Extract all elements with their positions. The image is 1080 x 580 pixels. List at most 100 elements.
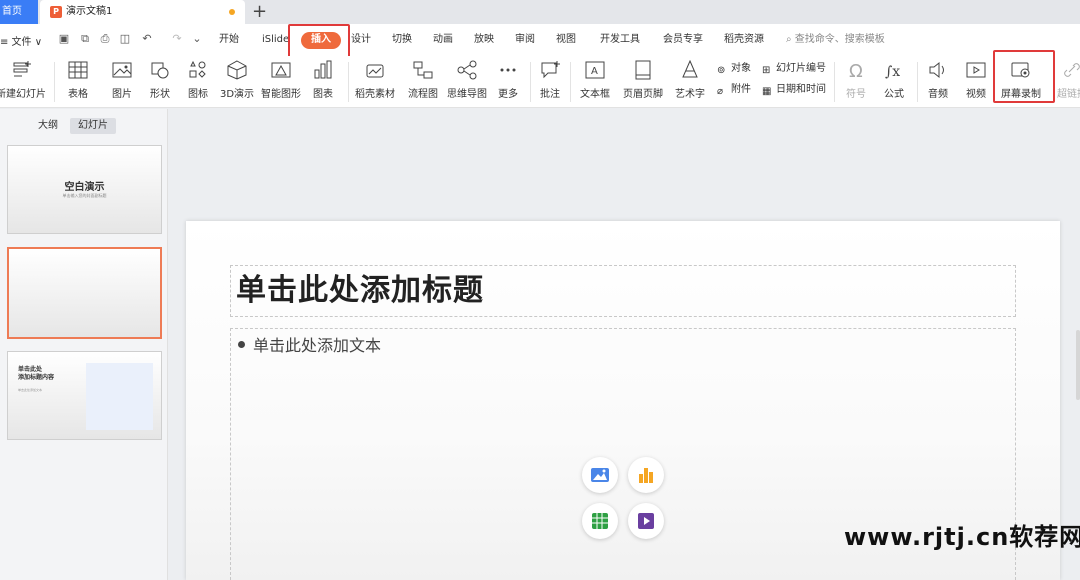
insert-video-icon xyxy=(638,513,654,529)
ribbon-divider xyxy=(54,62,55,102)
smart-graphic-label: 智能图形 xyxy=(261,89,301,100)
chart-button[interactable]: 图表 xyxy=(305,56,341,108)
tab-docer-resources[interactable]: 稻壳资源 xyxy=(724,24,764,56)
tab-home[interactable]: 开始 xyxy=(219,24,239,56)
shape-button[interactable]: 形状 xyxy=(142,56,178,108)
tab-view[interactable]: 视图 xyxy=(556,24,576,56)
more-button[interactable]: 更多 xyxy=(491,56,525,108)
docer-assets-label: 稻壳素材 xyxy=(355,89,395,100)
content-placeholder-text: 单击此处添加文本 xyxy=(253,336,382,355)
date-time-label: 日期和时间 xyxy=(776,84,826,95)
flowchart-button[interactable]: 流程图 xyxy=(403,56,443,108)
object-button[interactable]: ⊚ 对象 xyxy=(717,62,751,76)
document-tab[interactable]: P 演示文稿1 xyxy=(40,0,245,24)
link-icon xyxy=(1064,63,1080,77)
insert-table-button[interactable] xyxy=(582,503,618,539)
tab-animation[interactable]: 动画 xyxy=(433,24,453,56)
smart-graphic-button[interactable]: 智能图形 xyxy=(259,56,303,108)
wordart-button[interactable]: 艺术字 xyxy=(669,56,711,108)
tab-developer[interactable]: 开发工具 xyxy=(600,24,640,56)
symbol-button[interactable]: Ω 符号 xyxy=(838,56,874,108)
attachment-button[interactable]: ⌀ 附件 xyxy=(717,83,751,97)
docer-assets-button[interactable]: 稻壳素材 xyxy=(352,56,398,108)
flowchart-icon xyxy=(413,61,433,79)
symbol-label: 符号 xyxy=(846,89,866,100)
new-tab-button[interactable]: + xyxy=(252,0,267,24)
vertical-scrollbar[interactable] xyxy=(1076,330,1080,400)
slide-thumbnail-2[interactable] xyxy=(7,247,162,339)
comment-label: 批注 xyxy=(540,89,560,100)
print-icon[interactable]: ⎙ xyxy=(98,32,112,46)
slide-number-button[interactable]: ⊞ 幻灯片编号 xyxy=(762,62,826,76)
video-button[interactable]: 视频 xyxy=(958,56,994,108)
command-search-placeholder: 查找命令、搜索模板 xyxy=(794,34,885,45)
header-footer-button[interactable]: 页眉页脚 xyxy=(620,56,666,108)
insert-chart-icon xyxy=(639,468,653,483)
image-button[interactable]: 图片 xyxy=(104,56,140,108)
formula-label: 公式 xyxy=(884,89,904,100)
insert-chart-button[interactable] xyxy=(628,457,664,493)
table-icon xyxy=(68,61,88,79)
presentation-icon: P xyxy=(50,6,62,18)
svg-text:∫x: ∫x xyxy=(885,64,900,80)
insert-ribbon: 新建幻灯片 表格 图片 形状 图标 3D演示 智能图形 图表 稻壳素材 流程图 … xyxy=(0,56,1080,108)
more-label: 更多 xyxy=(498,89,518,100)
header-footer-label: 页眉页脚 xyxy=(623,89,663,100)
mindmap-label: 思维导图 xyxy=(447,89,487,100)
tab-member[interactable]: 会员专享 xyxy=(663,24,703,56)
tab-slideshow[interactable]: 放映 xyxy=(474,24,494,56)
tab-transition[interactable]: 切换 xyxy=(392,24,412,56)
insert-video-button[interactable] xyxy=(628,503,664,539)
tab-design[interactable]: 设计 xyxy=(351,24,371,56)
formula-icon: ∫x xyxy=(885,64,900,80)
table-button[interactable]: 表格 xyxy=(58,56,98,108)
object-label: 对象 xyxy=(731,63,751,74)
thumbnail-subtitle: 单击输入您的封面副标题 xyxy=(62,193,107,198)
comment-icon xyxy=(541,61,560,79)
header-footer-icon xyxy=(635,60,651,80)
menu-bar: ≡ 文件 ∨ ▣ ⧉ ⎙ ◫ ↶ ↷ ⌄ 开始 iSlide 插入 设计 切换 … xyxy=(0,24,1080,56)
icon-library-button[interactable]: 图标 xyxy=(180,56,216,108)
mindmap-button[interactable]: 思维导图 xyxy=(445,56,489,108)
slide-thumbnail-1[interactable]: 空白演示 单击输入您的封面副标题 xyxy=(7,145,162,234)
slides-tab[interactable]: 幻灯片 xyxy=(70,118,116,134)
ribbon-divider xyxy=(348,62,349,102)
calendar-icon: ▦ xyxy=(762,86,772,97)
thumbnail-image-placeholder xyxy=(86,363,153,430)
hyperlink-label: 超链接 xyxy=(1057,89,1080,100)
smart-graphic-icon xyxy=(271,62,291,78)
tab-review[interactable]: 审阅 xyxy=(515,24,535,56)
content-placeholder[interactable]: 单击此处添加文本 xyxy=(238,336,381,356)
tab-islide[interactable]: iSlide xyxy=(262,24,289,56)
slides-panel: 大纲 幻灯片 空白演示 单击输入您的封面副标题 单击此处 添加标题内容 单击此处… xyxy=(0,109,168,580)
image-label: 图片 xyxy=(112,89,132,100)
formula-button[interactable]: ∫x 公式 xyxy=(876,56,912,108)
audio-button[interactable]: 音频 xyxy=(920,56,956,108)
redo-icon[interactable]: ↷ xyxy=(170,32,184,46)
outline-tab[interactable]: 大纲 xyxy=(30,118,66,134)
insert-picture-button[interactable] xyxy=(582,457,618,493)
more-dots-icon xyxy=(500,68,516,72)
command-search[interactable]: ⌕ 查找命令、搜索模板 xyxy=(786,24,885,56)
comment-button[interactable]: 批注 xyxy=(534,56,566,108)
title-placeholder[interactable]: 单击此处添加标题 xyxy=(236,270,484,312)
cube-icon xyxy=(227,60,247,80)
customize-dropdown-icon[interactable]: ⌄ xyxy=(190,32,204,46)
svg-text:A: A xyxy=(591,66,598,77)
omega-icon: Ω xyxy=(849,61,863,80)
hyperlink-button[interactable]: 超链接 xyxy=(1052,56,1080,108)
undo-icon[interactable]: ↶ xyxy=(140,32,154,46)
slide-thumbnail-3[interactable]: 单击此处 添加标题内容 单击此处添加文本 xyxy=(7,351,162,440)
save-icon[interactable]: ▣ xyxy=(57,32,71,46)
ribbon-divider xyxy=(917,62,918,102)
file-menu[interactable]: ≡ 文件 ∨ xyxy=(0,33,42,48)
speaker-icon xyxy=(929,61,944,79)
print-preview-icon[interactable]: ◫ xyxy=(118,32,132,46)
new-slide-button[interactable]: 新建幻灯片 xyxy=(0,56,48,108)
date-time-button[interactable]: ▦ 日期和时间 xyxy=(762,83,826,97)
wordart-icon xyxy=(682,60,698,78)
export-pdf-icon[interactable]: ⧉ xyxy=(78,32,92,46)
3d-button[interactable]: 3D演示 xyxy=(218,56,256,108)
home-tab[interactable]: 首页 xyxy=(0,0,38,24)
textbox-button[interactable]: A 文本框 xyxy=(574,56,616,108)
